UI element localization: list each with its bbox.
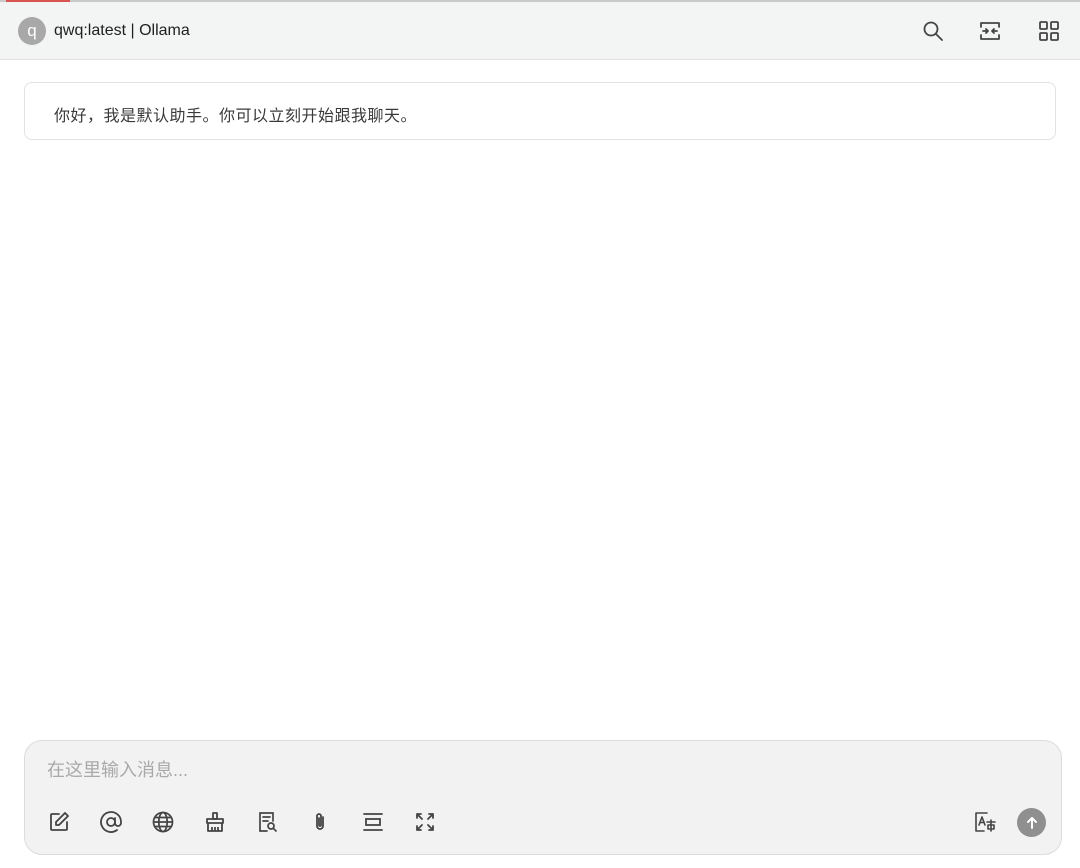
message-composer <box>24 740 1062 855</box>
mention-button[interactable] <box>96 807 126 837</box>
expand-horizontal-icon <box>980 22 1000 40</box>
translate-icon <box>975 812 996 832</box>
clear-context-button[interactable] <box>200 807 230 837</box>
assistant-message-text: 你好，我是默认助手。你可以立刻开始跟我聊天。 <box>54 108 418 125</box>
attach-file-button[interactable] <box>305 807 335 837</box>
fullscreen-icon <box>416 813 434 831</box>
text-align-icon <box>363 813 383 831</box>
expand-width-button[interactable] <box>975 16 1005 46</box>
attachment-icon <box>316 813 324 830</box>
apps-button[interactable] <box>1034 16 1064 46</box>
assistant-message: 你好，我是默认助手。你可以立刻开始跟我聊天。 <box>24 82 1056 140</box>
clear-broom-icon <box>206 812 224 832</box>
chat-header: q qwq:latest | Ollama <box>0 2 1080 60</box>
fullscreen-button[interactable] <box>410 807 440 837</box>
translate-button[interactable] <box>970 807 1000 837</box>
at-mention-icon <box>100 811 122 833</box>
web-search-button[interactable] <box>148 807 178 837</box>
globe-icon <box>152 811 174 833</box>
search-button[interactable] <box>918 16 948 46</box>
send-arrow-up-icon <box>1026 816 1037 829</box>
edit-icon <box>50 812 69 831</box>
model-avatar[interactable]: q <box>18 17 46 45</box>
new-topic-button[interactable] <box>44 807 74 837</box>
file-search-icon <box>259 812 277 832</box>
knowledge-base-button[interactable] <box>252 807 282 837</box>
grid-icon <box>1039 21 1059 41</box>
send-button[interactable] <box>1017 808 1046 837</box>
chat-title[interactable]: qwq:latest | Ollama <box>54 22 190 40</box>
message-input[interactable] <box>47 757 1037 783</box>
search-icon <box>923 21 943 41</box>
text-layout-button[interactable] <box>358 807 388 837</box>
